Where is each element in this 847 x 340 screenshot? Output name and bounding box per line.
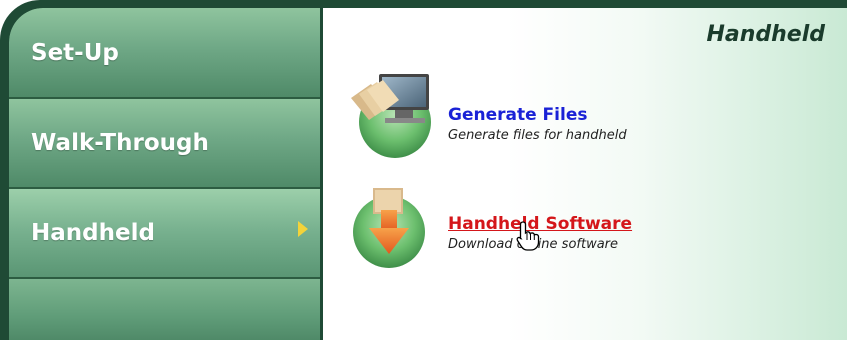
active-arrow-icon xyxy=(298,221,308,237)
sidebar-item-label: Walk-Through xyxy=(31,130,209,156)
generate-files-description: Generate files for handheld xyxy=(448,128,627,143)
sidebar: Set-Up Walk-Through Handheld xyxy=(9,8,320,340)
sidebar-item-label: Handheld xyxy=(31,220,155,246)
monitor-files-icon[interactable] xyxy=(349,70,441,170)
hand-cursor-icon xyxy=(516,221,540,251)
sidebar-item-handheld[interactable]: Handheld xyxy=(9,189,320,279)
generate-files-link[interactable]: Generate Files xyxy=(448,105,587,125)
sidebar-item-walk-through[interactable]: Walk-Through xyxy=(9,99,320,189)
sidebar-empty-slot xyxy=(9,279,320,340)
page-title: Handheld xyxy=(706,22,825,47)
sidebar-item-label: Set-Up xyxy=(31,39,119,66)
main-panel: Handheld Generate Files Generate files f… xyxy=(323,8,847,340)
sidebar-item-setup[interactable]: Set-Up xyxy=(9,8,320,99)
generate-files-item: Generate Files Generate files for handhe… xyxy=(323,70,843,170)
handheld-software-item: Handheld Software Download offline softw… xyxy=(323,182,843,282)
download-box-icon[interactable] xyxy=(349,182,441,282)
